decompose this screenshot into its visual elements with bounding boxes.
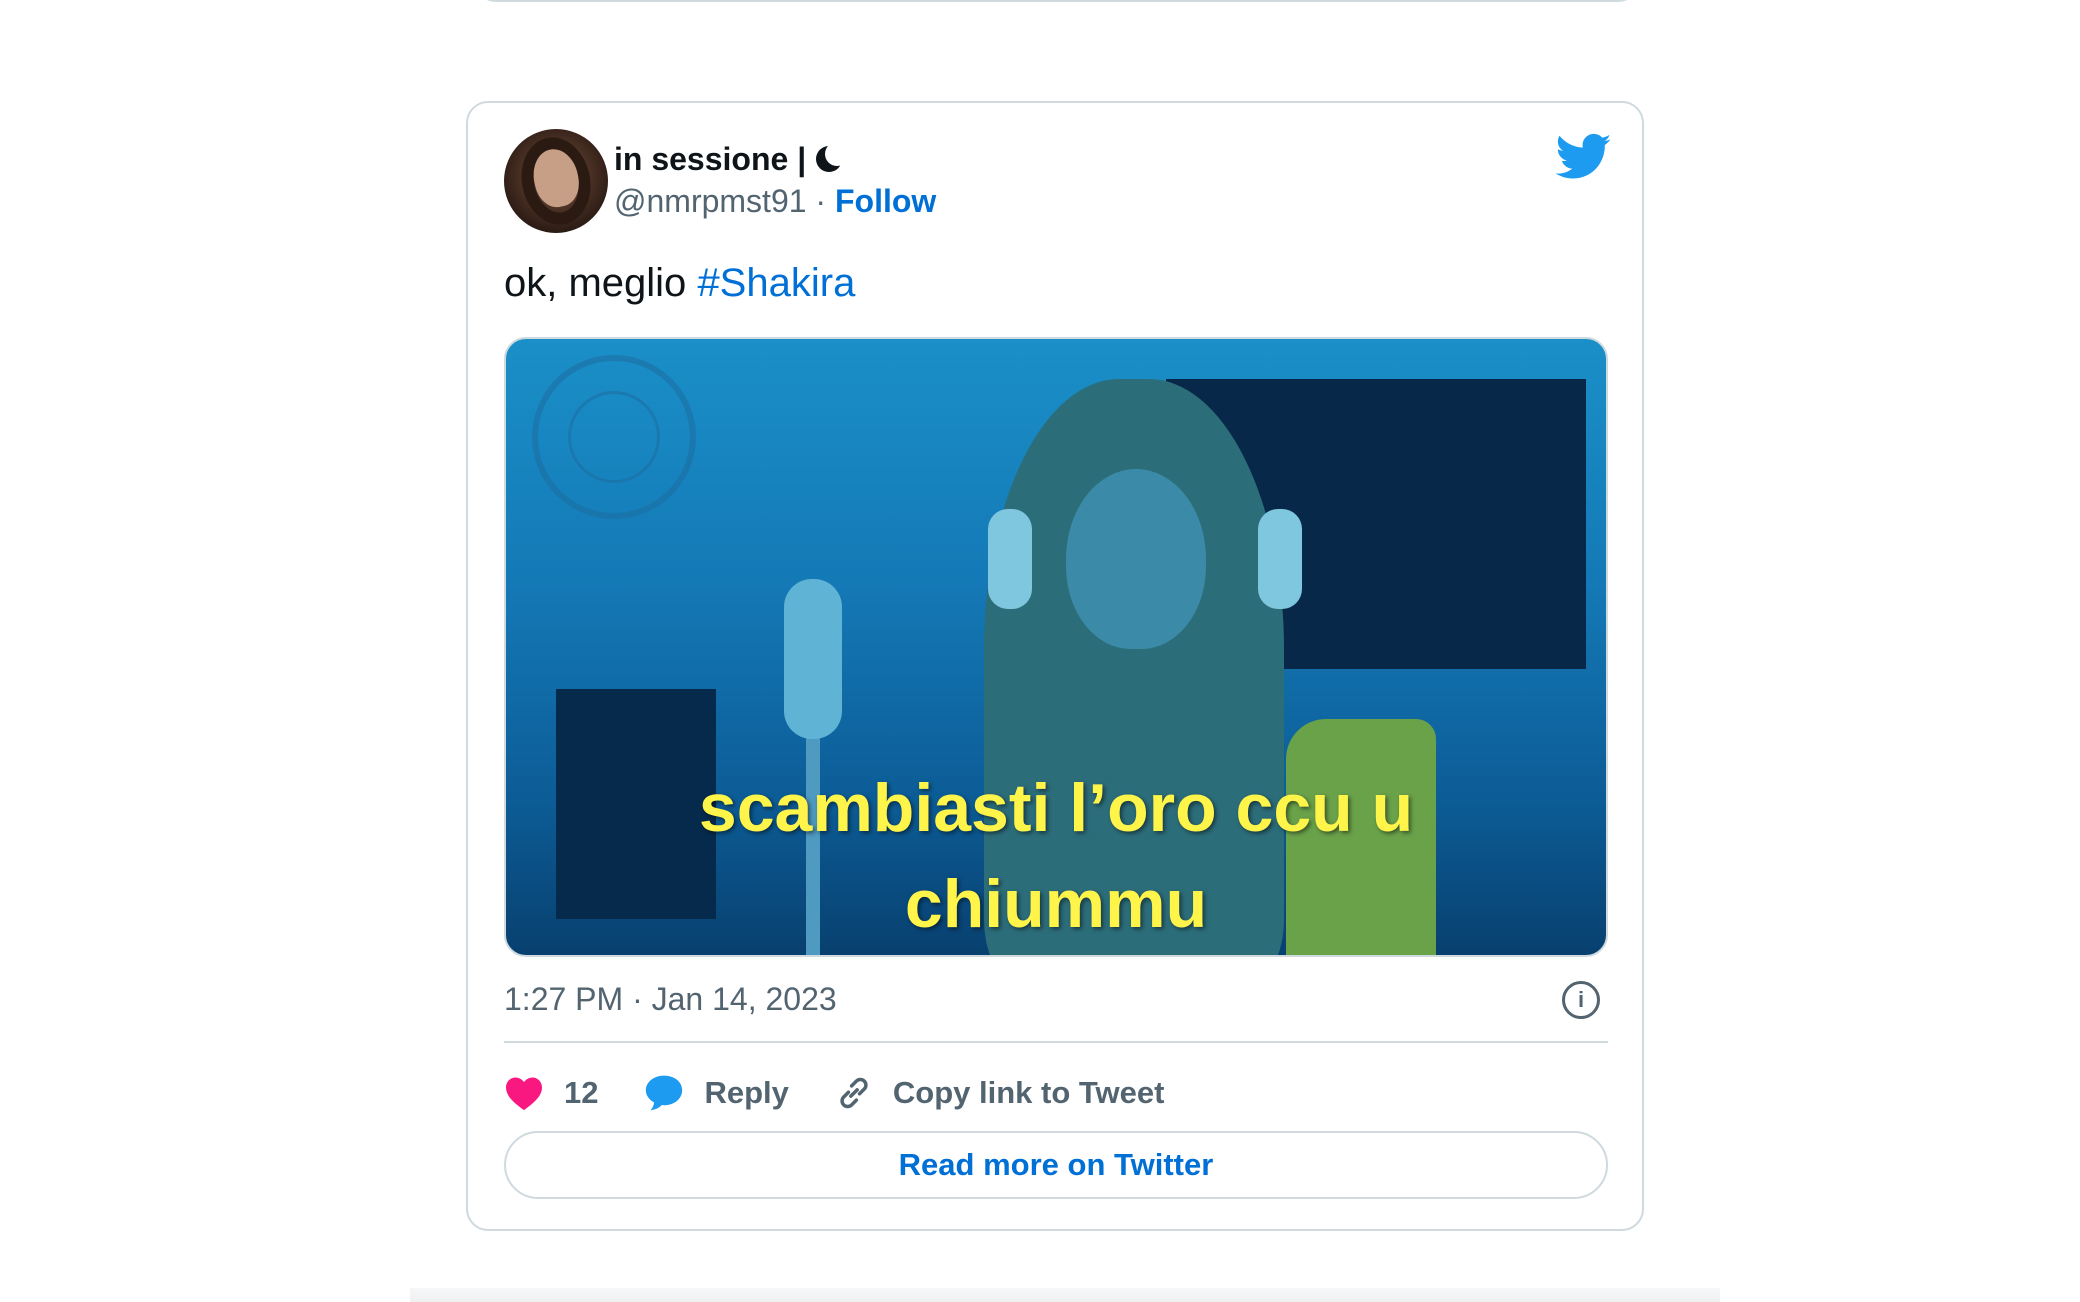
like-button[interactable]: 12 — [504, 1075, 598, 1111]
media-person-face — [1066, 469, 1206, 649]
tweet-media-image[interactable]: scambiasti l’oro ccu u chiummu — [504, 337, 1608, 957]
embedded-tweet-card: in sessione | @nmrpmst91 · Follow ok, me… — [466, 101, 1644, 1231]
separator-dot: · — [815, 183, 827, 219]
reply-label: Reply — [704, 1075, 789, 1110]
heart-icon — [506, 1077, 542, 1111]
reply-bubble-icon — [646, 1075, 683, 1111]
tweet-text-plain: ok, meglio — [504, 261, 687, 305]
hashtag-link[interactable]: #Shakira — [697, 261, 855, 305]
media-caption-line-2: chiummu — [904, 866, 1208, 942]
like-count: 12 — [564, 1075, 599, 1110]
twitter-bird-icon[interactable] — [1556, 133, 1612, 181]
follow-link[interactable]: Follow — [835, 183, 936, 219]
previous-card-edge — [474, 0, 1640, 2]
avatar[interactable] — [504, 129, 608, 233]
display-name-text: in sessione | — [614, 141, 807, 177]
tweet-timestamp[interactable]: 1:27 PM · Jan 14, 2023 — [504, 981, 837, 1018]
info-icon[interactable]: i — [1562, 981, 1600, 1019]
copy-link-button[interactable]: Copy link to Tweet — [835, 1074, 1165, 1112]
divider — [504, 1041, 1608, 1043]
user-display-name[interactable]: in sessione | — [614, 141, 850, 178]
watermark-logo — [532, 355, 696, 519]
handle-line: @nmrpmst91 · Follow — [614, 183, 936, 220]
reply-button[interactable]: Reply — [644, 1074, 789, 1112]
copy-link-label: Copy link to Tweet — [892, 1075, 1165, 1110]
link-icon — [840, 1077, 868, 1109]
moon-icon — [816, 142, 850, 172]
media-microphone — [784, 579, 842, 739]
next-card-edge — [410, 1288, 1720, 1302]
tweet-actions: 12 Reply Copy link to Tweet — [504, 1063, 1210, 1123]
media-headphone-left — [988, 509, 1032, 609]
read-more-button[interactable]: Read more on Twitter — [504, 1131, 1608, 1199]
media-headphone-right — [1258, 509, 1302, 609]
tweet-text: ok, meglio #Shakira — [504, 261, 855, 306]
user-handle[interactable]: @nmrpmst91 — [614, 183, 807, 219]
media-caption-line-1: scambiasti l’oro ccu u — [698, 770, 1414, 846]
